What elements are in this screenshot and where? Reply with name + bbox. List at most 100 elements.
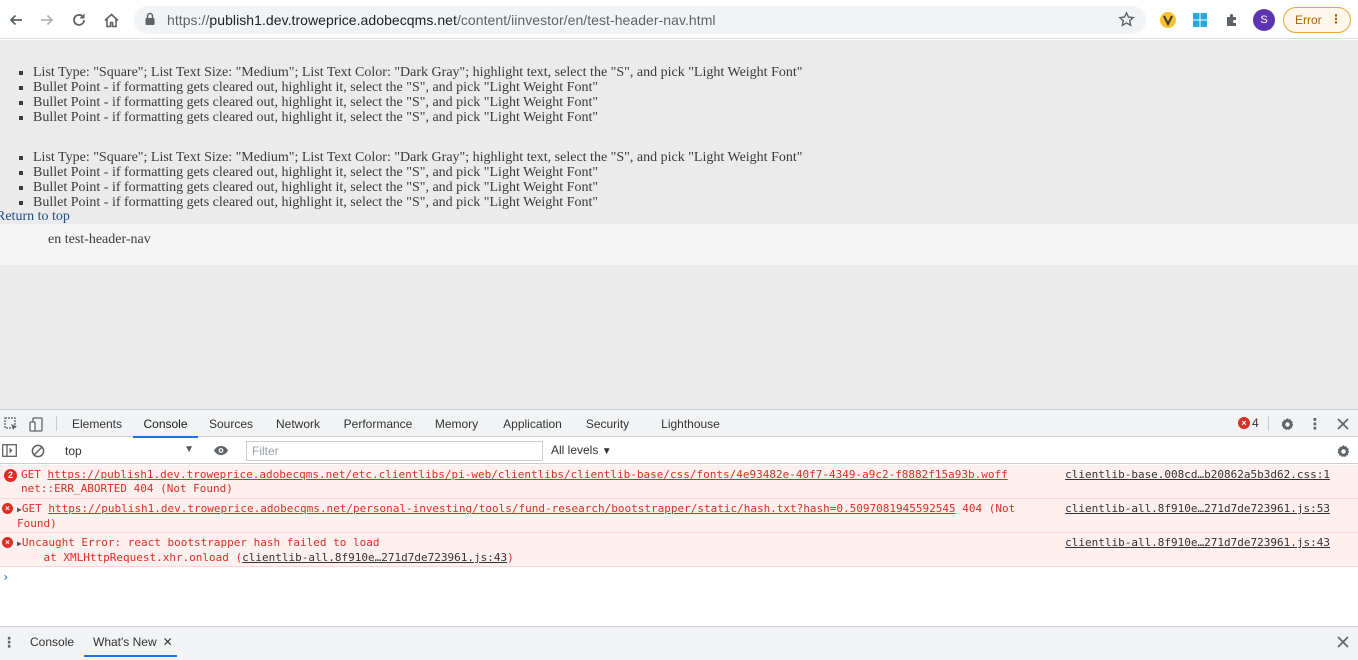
- error-icon: ×: [2, 537, 13, 548]
- devtools-drawer: ⋮ Console What's New ✕: [0, 626, 1358, 660]
- tab-application[interactable]: Application: [491, 410, 574, 437]
- drawer-tab-label: What's New: [93, 635, 157, 649]
- tab-network[interactable]: Network: [265, 410, 331, 437]
- browser-error-button[interactable]: Error ⋮: [1283, 7, 1351, 33]
- inspect-element-icon[interactable]: [2, 415, 20, 433]
- profile-avatar[interactable]: S: [1253, 9, 1275, 31]
- tab-console[interactable]: Console: [133, 410, 198, 438]
- filter-placeholder: Filter: [252, 444, 279, 458]
- devtools-tab-bar: Elements Console Sources Network Perform…: [0, 410, 1358, 438]
- clear-console-icon[interactable]: [29, 442, 46, 459]
- reload-button[interactable]: [67, 8, 91, 32]
- close-tab-icon[interactable]: ✕: [163, 635, 173, 649]
- list-item: Bullet Point - if formatting gets cleare…: [33, 180, 1033, 195]
- bullet-list-1: List Type: "Square"; List Text Size: "Me…: [33, 65, 1033, 125]
- dropdown-arrow-icon: ▼: [601, 446, 612, 457]
- list-item: Bullet Point - if formatting gets cleare…: [33, 80, 1033, 95]
- source-link[interactable]: clientlib-all.8f910e…271d7de723961.js:43: [1065, 536, 1330, 550]
- address-bar[interactable]: https://publish1.dev.troweprice.adobecqm…: [134, 6, 1146, 34]
- tab-lighthouse[interactable]: Lighthouse: [651, 410, 730, 437]
- error-detail: net::ERR_ABORTED 404 (Not Found): [21, 482, 233, 495]
- browser-menu-icon: ⋮: [1330, 12, 1342, 26]
- request-url-link[interactable]: https://publish1.dev.troweprice.adobecqm…: [48, 468, 1008, 481]
- breadcrumb: en test-header-nav: [48, 232, 151, 247]
- list-item: List Type: "Square"; List Text Size: "Me…: [33, 65, 1033, 80]
- tab-security[interactable]: Security: [577, 410, 638, 437]
- reload-icon: [73, 14, 85, 26]
- arrow-right-icon: [41, 14, 54, 26]
- extension-windows-icon[interactable]: [1189, 9, 1211, 31]
- console-filter-input[interactable]: Filter: [246, 441, 543, 461]
- bullet-list-2: List Type: "Square"; List Text Size: "Me…: [33, 150, 1033, 210]
- error-count-value: 4: [1252, 416, 1259, 430]
- message-text: ▶GET https://publish1.dev.troweprice.ado…: [17, 502, 1015, 531]
- tab-memory[interactable]: Memory: [425, 410, 488, 437]
- devtools-panel: Elements Console Sources Network Perform…: [0, 409, 1358, 660]
- source-link[interactable]: clientlib-base.008cd…b20862a5b3d62.css:1: [1065, 468, 1330, 482]
- devtools-more-icon[interactable]: ⋮: [1307, 415, 1323, 433]
- console-error-message: × ▶Uncaught Error: react bootstrapper ha…: [0, 533, 1358, 567]
- console-settings-button[interactable]: [1334, 442, 1352, 460]
- return-to-top-link[interactable]: Return to top: [0, 209, 70, 225]
- tab-sources[interactable]: Sources: [200, 410, 262, 437]
- close-icon: [1337, 418, 1349, 430]
- extensions-puzzle-icon[interactable]: [1221, 9, 1243, 31]
- tab-performance[interactable]: Performance: [334, 410, 422, 437]
- url-scheme: https://: [167, 12, 210, 28]
- url-text: https://publish1.dev.troweprice.adobecqm…: [167, 12, 716, 28]
- close-icon: [1337, 636, 1349, 648]
- console-prompt[interactable]: ›: [2, 570, 9, 584]
- console-toolbar: top ▼ Filter All levels ▼: [0, 438, 1358, 464]
- drawer-close-button[interactable]: [1334, 633, 1352, 651]
- device-toggle-icon[interactable]: [27, 415, 45, 433]
- stack-prefix: at XMLHttpRequest.xhr.onload (: [17, 551, 243, 564]
- list-item: List Type: "Square"; List Text Size: "Me…: [33, 150, 1033, 165]
- repeat-count-badge: 2: [4, 469, 17, 482]
- context-select[interactable]: top ▼: [58, 441, 198, 461]
- page-content: List Type: "Square"; List Text Size: "Me…: [0, 40, 1358, 409]
- drawer-tab-console[interactable]: Console: [30, 627, 74, 657]
- tab-elements[interactable]: Elements: [63, 410, 131, 437]
- tab-divider: [56, 416, 57, 431]
- list-item: Bullet Point - if formatting gets cleare…: [33, 95, 1033, 110]
- back-button[interactable]: [4, 8, 28, 32]
- list-item: Bullet Point - if formatting gets cleare…: [33, 195, 1033, 210]
- footer-band: en test-header-nav: [0, 224, 1358, 265]
- gear-icon: [1336, 444, 1349, 457]
- arrow-left-icon: [9, 14, 22, 26]
- log-levels-dropdown[interactable]: All levels ▼: [551, 443, 612, 457]
- error-counter[interactable]: × 4: [1238, 416, 1259, 430]
- devtools-settings-button[interactable]: [1278, 415, 1296, 433]
- http-method: GET: [21, 468, 41, 481]
- message-text: ▶Uncaught Error: react bootstrapper hash…: [17, 536, 514, 565]
- browser-toolbar: https://publish1.dev.troweprice.adobecqm…: [0, 0, 1358, 39]
- list-item: Bullet Point - if formatting gets cleare…: [33, 165, 1033, 180]
- url-path: /content/iinvestor/en/test-header-nav.ht…: [456, 12, 716, 28]
- tab-divider: [1268, 416, 1269, 431]
- error-text: Uncaught Error: react bootstrapper hash …: [21, 536, 380, 549]
- stack-suffix: ): [507, 551, 514, 564]
- extension-v-icon[interactable]: [1157, 9, 1179, 31]
- bookmark-star-icon[interactable]: [1118, 11, 1135, 28]
- http-method: GET: [21, 502, 42, 515]
- home-button[interactable]: [99, 8, 123, 32]
- levels-label: All levels: [551, 443, 599, 457]
- dropdown-arrow-icon: ▼: [184, 444, 194, 455]
- status-text-cont: Found): [17, 517, 57, 530]
- live-expression-eye-icon[interactable]: [212, 442, 230, 459]
- lock-icon: [145, 12, 155, 25]
- error-icon: ×: [1238, 417, 1250, 429]
- drawer-tab-whats-new[interactable]: What's New ✕: [84, 627, 177, 657]
- devtools-close-button[interactable]: [1334, 415, 1352, 433]
- error-icon: ×: [2, 503, 13, 514]
- request-url-link[interactable]: https://publish1.dev.troweprice.adobecqm…: [48, 502, 955, 515]
- source-link[interactable]: clientlib-all.8f910e…271d7de723961.js:53: [1065, 502, 1330, 516]
- home-icon: [103, 12, 119, 27]
- drawer-menu-icon[interactable]: ⋮: [2, 633, 16, 651]
- stack-source-link[interactable]: clientlib-all.8f910e…271d7de723961.js:43: [242, 551, 507, 564]
- forward-button[interactable]: [35, 8, 59, 32]
- message-text: GET https://publish1.dev.troweprice.adob…: [21, 468, 1008, 496]
- status-text: 404 (Not: [962, 502, 1016, 515]
- error-label: Error: [1295, 13, 1322, 27]
- sidebar-toggle-icon[interactable]: [1, 442, 18, 459]
